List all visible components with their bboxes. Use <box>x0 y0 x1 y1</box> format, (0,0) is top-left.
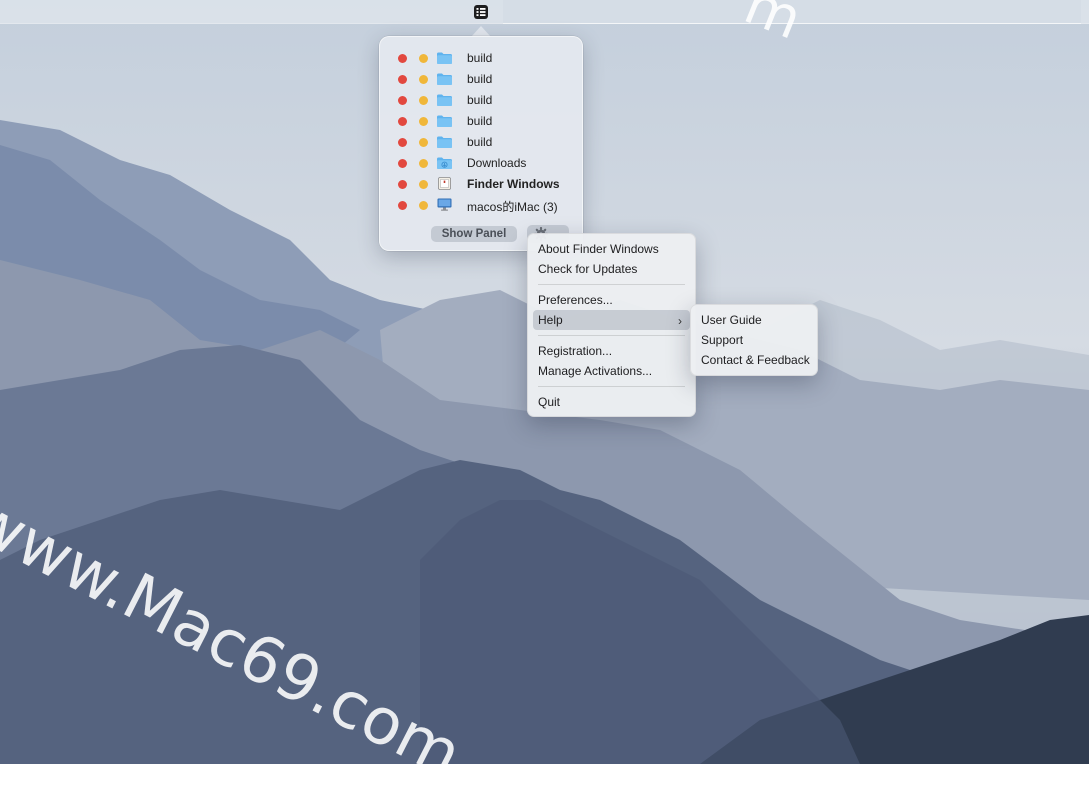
close-dot[interactable] <box>398 96 407 105</box>
window-label: build <box>467 135 493 149</box>
menu-separator <box>538 386 685 387</box>
menu-item-contact-feedback[interactable]: Contact & Feedback <box>696 350 812 370</box>
minimize-dot[interactable] <box>419 201 428 210</box>
finder-windows-list-icon <box>473 4 488 19</box>
app-icon <box>437 177 452 190</box>
window-row[interactable]: macos的iMac (3) <box>380 195 582 216</box>
window-row[interactable]: build <box>380 111 582 132</box>
folder-icon <box>437 93 452 106</box>
menu-item-label: Quit <box>538 395 561 409</box>
window-list: build build build build build Downloads … <box>380 48 582 216</box>
menu-separator <box>538 335 685 336</box>
menu-item-manage-activations[interactable]: Manage Activations... <box>533 361 690 381</box>
menu-item-label: Contact & Feedback <box>701 353 810 367</box>
window-label: build <box>467 93 493 107</box>
menu-item-registration[interactable]: Registration... <box>533 341 690 361</box>
folder-icon <box>437 135 452 148</box>
menu-item-quit[interactable]: Quit <box>533 392 690 412</box>
show-panel-button[interactable]: Show Panel <box>431 226 517 242</box>
menu-item-label: Check for Updates <box>538 262 638 276</box>
window-row[interactable]: Finder Windows <box>380 174 582 195</box>
window-label: build <box>467 72 493 86</box>
menu-item-label: About Finder Windows <box>538 242 659 256</box>
window-label: Finder Windows <box>467 177 560 191</box>
window-row[interactable]: Downloads <box>380 153 582 174</box>
help-submenu: User Guide Support Contact & Feedback <box>690 304 818 376</box>
menu-item-label: User Guide <box>701 313 762 327</box>
computer-icon <box>437 198 452 211</box>
close-dot[interactable] <box>398 54 407 63</box>
minimize-dot[interactable] <box>419 54 428 63</box>
menu-item-label: Support <box>701 333 744 347</box>
folder-icon <box>437 114 452 127</box>
window-label: Downloads <box>467 156 527 170</box>
window-row[interactable]: build <box>380 132 582 153</box>
downloads-folder-icon <box>437 156 452 169</box>
chevron-right-icon: › <box>678 314 682 328</box>
menu-item-label: Preferences... <box>538 293 613 307</box>
menu-item-label: Help <box>538 313 563 327</box>
minimize-dot[interactable] <box>419 96 428 105</box>
window-row[interactable]: build <box>380 48 582 69</box>
close-dot[interactable] <box>398 138 407 147</box>
menu-item-support[interactable]: Support <box>696 330 812 350</box>
menu-item-help[interactable]: Help › <box>533 310 690 330</box>
window-label: macos的iMac (3) <box>467 200 558 214</box>
close-dot[interactable] <box>398 159 407 168</box>
minimize-dot[interactable] <box>419 159 428 168</box>
menu-item-label: Registration... <box>538 344 613 358</box>
gear-context-menu: About Finder Windows Check for Updates P… <box>527 233 696 417</box>
folder-icon <box>437 51 452 64</box>
close-dot[interactable] <box>398 180 407 189</box>
window-row[interactable]: build <box>380 90 582 111</box>
menu-item-user-guide[interactable]: User Guide <box>696 310 812 330</box>
finder-windows-menubar-icon[interactable] <box>472 3 489 20</box>
window-row[interactable]: build <box>380 69 582 90</box>
close-dot[interactable] <box>398 201 407 210</box>
minimize-dot[interactable] <box>419 180 428 189</box>
menu-item-about[interactable]: About Finder Windows <box>533 239 690 259</box>
menu-item-preferences[interactable]: Preferences... <box>533 290 690 310</box>
window-label: build <box>467 51 493 65</box>
menu-item-label: Manage Activations... <box>538 364 653 378</box>
minimize-dot[interactable] <box>419 117 428 126</box>
menu-separator <box>538 284 685 285</box>
folder-icon <box>437 72 452 85</box>
window-label: build <box>467 114 493 128</box>
finder-windows-panel: build build build build build Downloads … <box>379 36 583 251</box>
minimize-dot[interactable] <box>419 75 428 84</box>
close-dot[interactable] <box>398 75 407 84</box>
minimize-dot[interactable] <box>419 138 428 147</box>
menu-item-check-updates[interactable]: Check for Updates <box>533 259 690 279</box>
close-dot[interactable] <box>398 117 407 126</box>
